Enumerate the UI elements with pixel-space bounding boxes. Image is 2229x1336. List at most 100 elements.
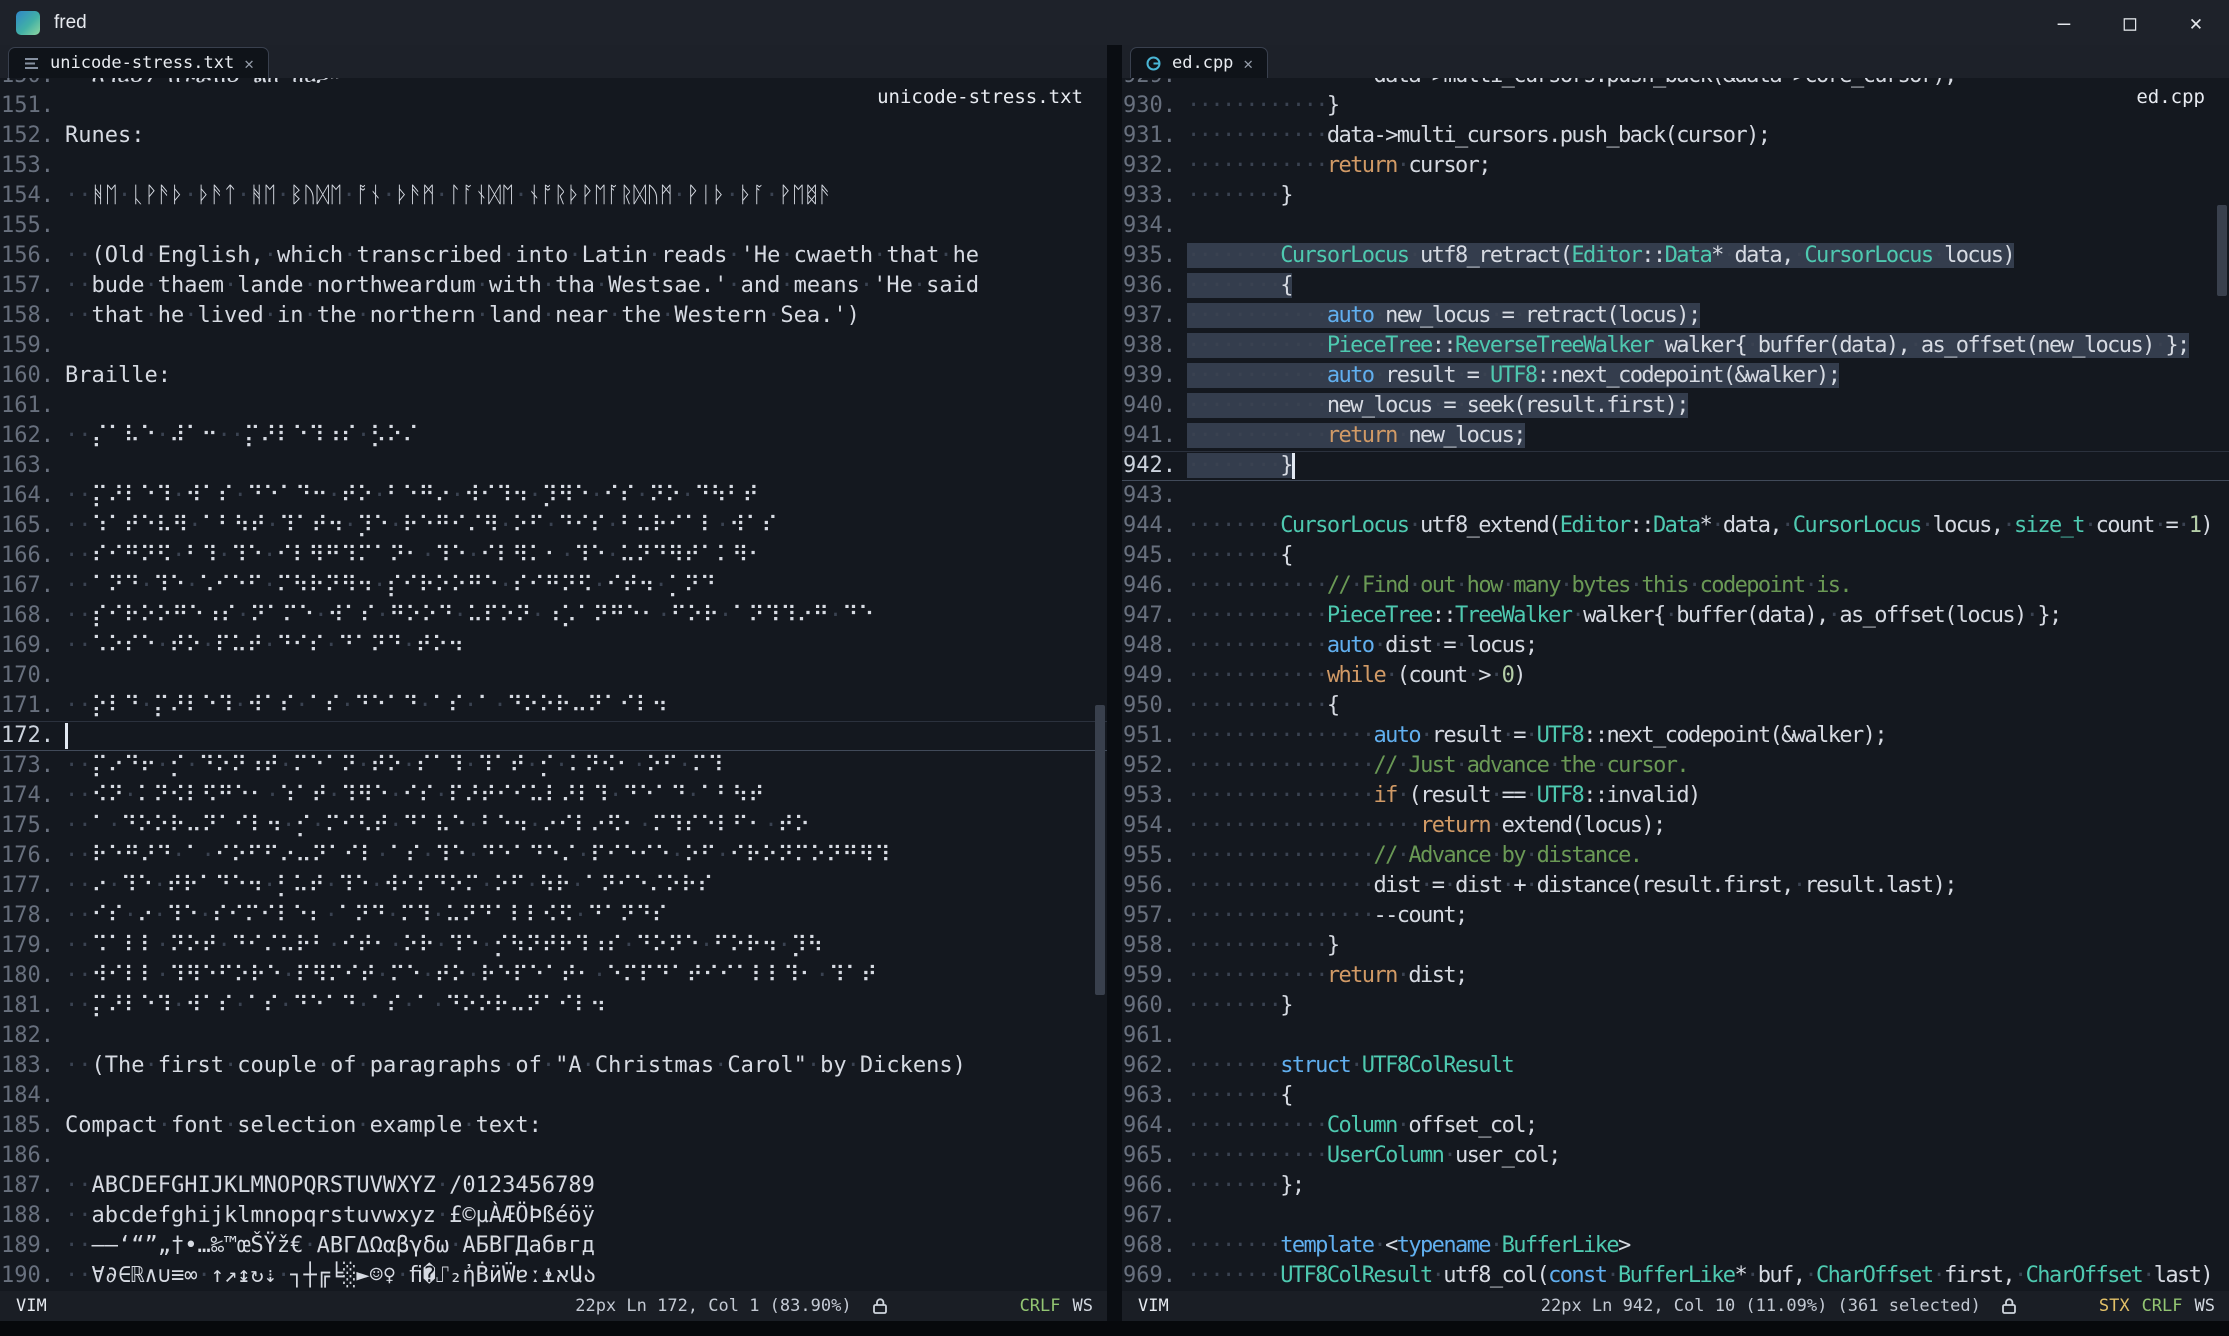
editor-line[interactable]: 159. (0, 331, 1107, 361)
code-text[interactable]: ··(The·first·couple·of·paragraphs·of·"A·… (65, 1051, 966, 1081)
editor-line[interactable]: 162.··⡌⠁⠧⠑·⠼⠁⠒··⡍⠜⠇⠑⠹⠰⠎·⡣⠕⠌ (0, 421, 1107, 451)
editor-line[interactable]: 962.········struct·UTF8ColResult (1122, 1051, 2229, 1081)
code-text[interactable]: ········struct·UTF8ColResult (1187, 1051, 1513, 1081)
editor-line[interactable]: 943. (1122, 481, 2229, 511)
editor-line[interactable]: 931.············data->multi_cursors.push… (1122, 121, 2229, 151)
code-text[interactable]: ············auto·result·=·UTF8::next_cod… (1187, 361, 1839, 391)
lock-icon[interactable] (870, 1296, 890, 1316)
code-text[interactable]: ··⠗⠑⠛⠜⠙·⠁·⠊⠕⠋⠋⠔⠤⠝⠁⠊⠇·⠁⠎·⠹⠑·⠙⠑⠁⠙⠑⠌·⠏⠊⠑⠊⠑·… (65, 841, 890, 871)
editor-line[interactable]: 944.········CursorLocus·utf8_extend(Edit… (1122, 511, 2229, 541)
code-text[interactable]: ········template·<typename·BufferLike> (1187, 1231, 1630, 1261)
editor-line[interactable]: 959.············return·dist; (1122, 961, 2229, 991)
code-text[interactable]: ················//·Just·advance·the·curs… (1187, 751, 1688, 781)
code-text[interactable]: ··⠎⠊⠛⠝⠫·⠃⠹·⠹⠑·⠊⠇⠻⠛⠹⠍⠁⠝⠂·⠹⠑·⠊⠇⠻⠅⠂·⠹⠑·⠥⠝⠙⠻… (65, 541, 764, 571)
right-scrollbar[interactable] (2215, 78, 2229, 1291)
left-scrollbar[interactable] (1093, 78, 1107, 1291)
code-text[interactable]: ··⠡⠕⠎⠑·⠞⠕·⠏⠥⠞·⠙⠊⠎·⠙⠁⠝⠙·⠞⠕⠲ (65, 631, 464, 661)
close-tab-icon[interactable]: ✕ (244, 54, 254, 73)
editor-line[interactable]: 949.············while·(count·>·0) (1122, 661, 2229, 691)
tab-ed-cpp[interactable]: ed.cpp ✕ (1130, 47, 1268, 78)
code-text[interactable]: ··⠺⠊⠇⠇·⠹⠻⠑⠋⠕⠗⠑·⠏⠻⠍⠊⠞·⠍⠑·⠞⠕·⠗⠑⠏⠑⠁⠞⠂·⠑⠍⠏⠙⠁… (65, 961, 877, 991)
code-text[interactable]: ················--count; (1187, 901, 1467, 931)
code-text[interactable]: ··⠊⠎·⠔·⠹⠑·⠎⠊⠍⠊⠇⠑⠆·⠁⠝⠙·⠍⠹·⠥⠝⠙⠁⠇⠇⠪⠫·⠙⠁⠝⠙⠎ (65, 901, 668, 931)
editor-line[interactable]: 950.············{ (1122, 691, 2229, 721)
maximize-button[interactable]: □ (2097, 0, 2163, 45)
editor-line[interactable]: 969.········UTF8ColResult·utf8_col(const… (1122, 1261, 2229, 1291)
editor-line[interactable]: 184. (0, 1081, 1107, 1111)
editor-line[interactable]: 960.········} (1122, 991, 2229, 1021)
editor-line[interactable]: 160.Braille: (0, 361, 1107, 391)
close-button[interactable]: ✕ (2163, 0, 2229, 45)
editor-line[interactable]: 163. (0, 451, 1107, 481)
code-text[interactable]: ··ABCDEFGHIJKLMNOPQRSTUVWXYZ·/0123456789 (65, 1171, 595, 1201)
code-text[interactable]: ············while·(count·>·0) (1187, 661, 1525, 691)
editor-line[interactable]: 947.············PieceTree::TreeWalker·wa… (1122, 601, 2229, 631)
code-text[interactable]: ············} (1187, 91, 1339, 121)
code-text[interactable]: ············Column·offset_col; (1187, 1111, 1537, 1141)
code-text[interactable]: ················data->multi_cursors.push… (1187, 78, 1956, 91)
code-text[interactable]: ··that·he·lived·in·the·northern·land·nea… (65, 301, 860, 331)
code-text[interactable]: ··⠔·⠹⠑·⠞⠗⠁⠙⠑⠲·⡃⠥⠞·⠹⠑·⠺⠊⠎⠙⠕⠍·⠕⠋·⠳⠗·⠁⠝⠊⠑⠌⠕… (65, 871, 713, 901)
code-text[interactable]: ··(Old·English,·which·transcribed·into·L… (65, 241, 979, 271)
code-text[interactable]: ············auto·dist·=·locus; (1187, 631, 1537, 661)
right-editor[interactable]: 929.················data->multi_cursors.… (1122, 78, 2229, 1291)
code-text[interactable]: ········} (1187, 991, 1292, 1021)
editor-line[interactable]: 155. (0, 211, 1107, 241)
editor-line[interactable]: 170. (0, 661, 1107, 691)
editor-line[interactable]: 958.············} (1122, 931, 2229, 961)
editor-line[interactable]: 167.··⠁⠝⠙·⠹⠑·⠡⠊⠑⠋·⠍⠳⠗⠝⠻⠲·⡎⠊⠗⠕⠕⠛⠑·⠎⠊⠛⠝⠫·⠊… (0, 571, 1107, 601)
editor-line[interactable]: 929.················data->multi_cursors.… (1122, 78, 2229, 91)
code-text[interactable]: ················if·(result·==·UTF8::inva… (1187, 781, 1700, 811)
editor-line[interactable]: 182. (0, 1021, 1107, 1051)
editor-line[interactable]: 161. (0, 391, 1107, 421)
editor-line[interactable]: 954.····················return·extend(lo… (1122, 811, 2229, 841)
editor-line[interactable]: 957.················--count; (1122, 901, 2229, 931)
code-text[interactable]: ············auto·new_locus·=·retract(loc… (1187, 301, 1700, 331)
editor-line[interactable]: 180.··⠺⠊⠇⠇·⠹⠻⠑⠋⠕⠗⠑·⠏⠻⠍⠊⠞·⠍⠑·⠞⠕·⠗⠑⠏⠑⠁⠞⠂·⠑… (0, 961, 1107, 991)
editor-line[interactable]: 933.········} (1122, 181, 2229, 211)
code-text[interactable]: ··⡌⠁⠧⠑·⠼⠁⠒··⡍⠜⠇⠑⠹⠰⠎·⡣⠕⠌ (65, 421, 418, 451)
editor-line[interactable]: 187.··ABCDEFGHIJKLMNOPQRSTUVWXYZ·/012345… (0, 1171, 1107, 1201)
editor-line[interactable]: 946.············//·Find·out·how·many·byt… (1122, 571, 2229, 601)
code-text[interactable]: ··ᚻᛖ·ᚳᚹᚫᚦ·ᚦᚫᛏ·ᚻᛖ·ᛒᚢᛞᛖ·ᚩᚾ·ᚦᚫᛗ·ᛚᚪᚾᛞᛖ·ᚾᚩᚱᚦᚹ… (65, 181, 831, 211)
code-text[interactable]: ··abcdefghijklmnopqrstuvwxyz·£©µÀÆÖÞßéöÿ (65, 1201, 595, 1231)
code-text[interactable]: ··–—‘“”„†•…‰™œŠŸž€·ΑΒΓΔΩαβγδω·АБВГДабвгд (65, 1231, 595, 1261)
editor-line[interactable]: 968.········template·<typename·BufferLik… (1122, 1231, 2229, 1261)
editor-line[interactable]: 952.················//·Just·advance·the·… (1122, 751, 2229, 781)
code-text[interactable]: ········} (1187, 451, 1292, 481)
editor-line[interactable]: 165.··⠱⠁⠞⠑⠧⠻·⠁⠃⠳⠞·⠹⠁⠞⠲·⡹⠑·⠗⠑⠛⠊⠌⠻·⠕⠋·⠙⠊⠎·… (0, 511, 1107, 541)
editor-line[interactable]: 183.··(The·first·couple·of·paragraphs·of… (0, 1051, 1107, 1081)
code-text[interactable]: ··⡕⠇⠙·⡍⠜⠇⠑⠹·⠺⠁⠎·⠁⠎·⠙⠑⠁⠙·⠁⠎·⠁·⠙⠕⠕⠗⠤⠝⠁⠊⠇⠲ (65, 691, 668, 721)
editor-line[interactable]: 186. (0, 1141, 1107, 1171)
editor-line[interactable]: 166.··⠎⠊⠛⠝⠫·⠃⠹·⠹⠑·⠊⠇⠻⠛⠹⠍⠁⠝⠂·⠹⠑·⠊⠇⠻⠅⠂·⠹⠑·… (0, 541, 1107, 571)
code-text[interactable]: ········{ (1187, 1081, 1292, 1111)
editor-line[interactable]: 966.········}; (1122, 1171, 2229, 1201)
editor-line[interactable]: 963.········{ (1122, 1081, 2229, 1111)
editor-line[interactable]: 169.··⠡⠕⠎⠑·⠞⠕·⠏⠥⠞·⠙⠊⠎·⠙⠁⠝⠙·⠞⠕⠲ (0, 631, 1107, 661)
code-text[interactable]: ········CursorLocus·utf8_retract(Editor:… (1187, 241, 2014, 271)
tab-unicode-stress-txt[interactable]: unicode-stress.txt ✕ (8, 47, 269, 78)
editor-line[interactable]: 948.············auto·dist·=·locus; (1122, 631, 2229, 661)
editor-line[interactable]: 175.··⠁·⠙⠕⠕⠗⠤⠝⠁⠊⠇⠲·⡊·⠍⠊⠣⠞·⠙⠁⠧⠑·⠃⠑⠲·⠔⠊⠇⠔⠫… (0, 811, 1107, 841)
code-text[interactable]: ············{ (1187, 691, 1339, 721)
editor-line[interactable]: 176.··⠗⠑⠛⠜⠙·⠁·⠊⠕⠋⠋⠔⠤⠝⠁⠊⠇·⠁⠎·⠹⠑·⠙⠑⠁⠙⠑⠌·⠏⠊… (0, 841, 1107, 871)
code-text[interactable]: ········}; (1187, 1171, 1304, 1201)
code-text[interactable]: ········CursorLocus·utf8_extend(Editor::… (1187, 511, 2212, 541)
code-text[interactable]: ··∀∂∈ℝ∧∪≡∞·↑↗↨↻⇣·┐┼╔╘░►☺♀·ﬁ�⑀₂ἠḂӥẄɐː⍎אԱა (65, 1261, 596, 1291)
editor-line[interactable]: 951.················auto·result·=·UTF8::… (1122, 721, 2229, 751)
editor-line[interactable]: 179.··⠩⠁⠇⠇·⠝⠕⠞·⠙⠊⠌⠥⠗⠃·⠊⠞⠂·⠕⠗·⠹⠑·⡊⠳⠝⠞⠗⠹⠰⠎… (0, 931, 1107, 961)
code-text[interactable]: Braille: (65, 361, 171, 391)
editor-line[interactable]: 164.··⡍⠜⠇⠑⠹·⠺⠁⠎·⠙⠑⠁⠙⠒·⠞⠕·⠃⠑⠛⠔·⠺⠊⠹⠲·⡹⠻⠑·⠊… (0, 481, 1107, 511)
editor-line[interactable]: 168.··⡎⠊⠗⠕⠕⠛⠑⠰⠎·⠝⠁⠍⠑·⠺⠁⠎·⠛⠕⠕⠙·⠥⠏⠕⠝·⠰⡡⠁⠝⠛… (0, 601, 1107, 631)
editor-line[interactable]: 154.··ᚻᛖ·ᚳᚹᚫᚦ·ᚦᚫᛏ·ᚻᛖ·ᛒᚢᛞᛖ·ᚩᚾ·ᚦᚫᛗ·ᛚᚪᚾᛞᛖ·ᚾ… (0, 181, 1107, 211)
editor-line[interactable]: 967. (1122, 1201, 2229, 1231)
code-text[interactable]: ················auto·result·=·UTF8::next… (1187, 721, 1886, 751)
code-text[interactable]: ············return·cursor; (1187, 151, 1490, 181)
editor-line[interactable]: 932.············return·cursor; (1122, 151, 2229, 181)
right-code-area[interactable]: 929.················data->multi_cursors.… (1122, 78, 2229, 1291)
editor-line[interactable]: 930.············} (1122, 91, 2229, 121)
close-tab-icon[interactable]: ✕ (1243, 54, 1253, 73)
code-text[interactable]: ············return·dist; (1187, 961, 1467, 991)
editor-line[interactable]: 937.············auto·new_locus·=·retract… (1122, 301, 2229, 331)
editor-line[interactable]: 158.··that·he·lived·in·the·northern·land… (0, 301, 1107, 331)
